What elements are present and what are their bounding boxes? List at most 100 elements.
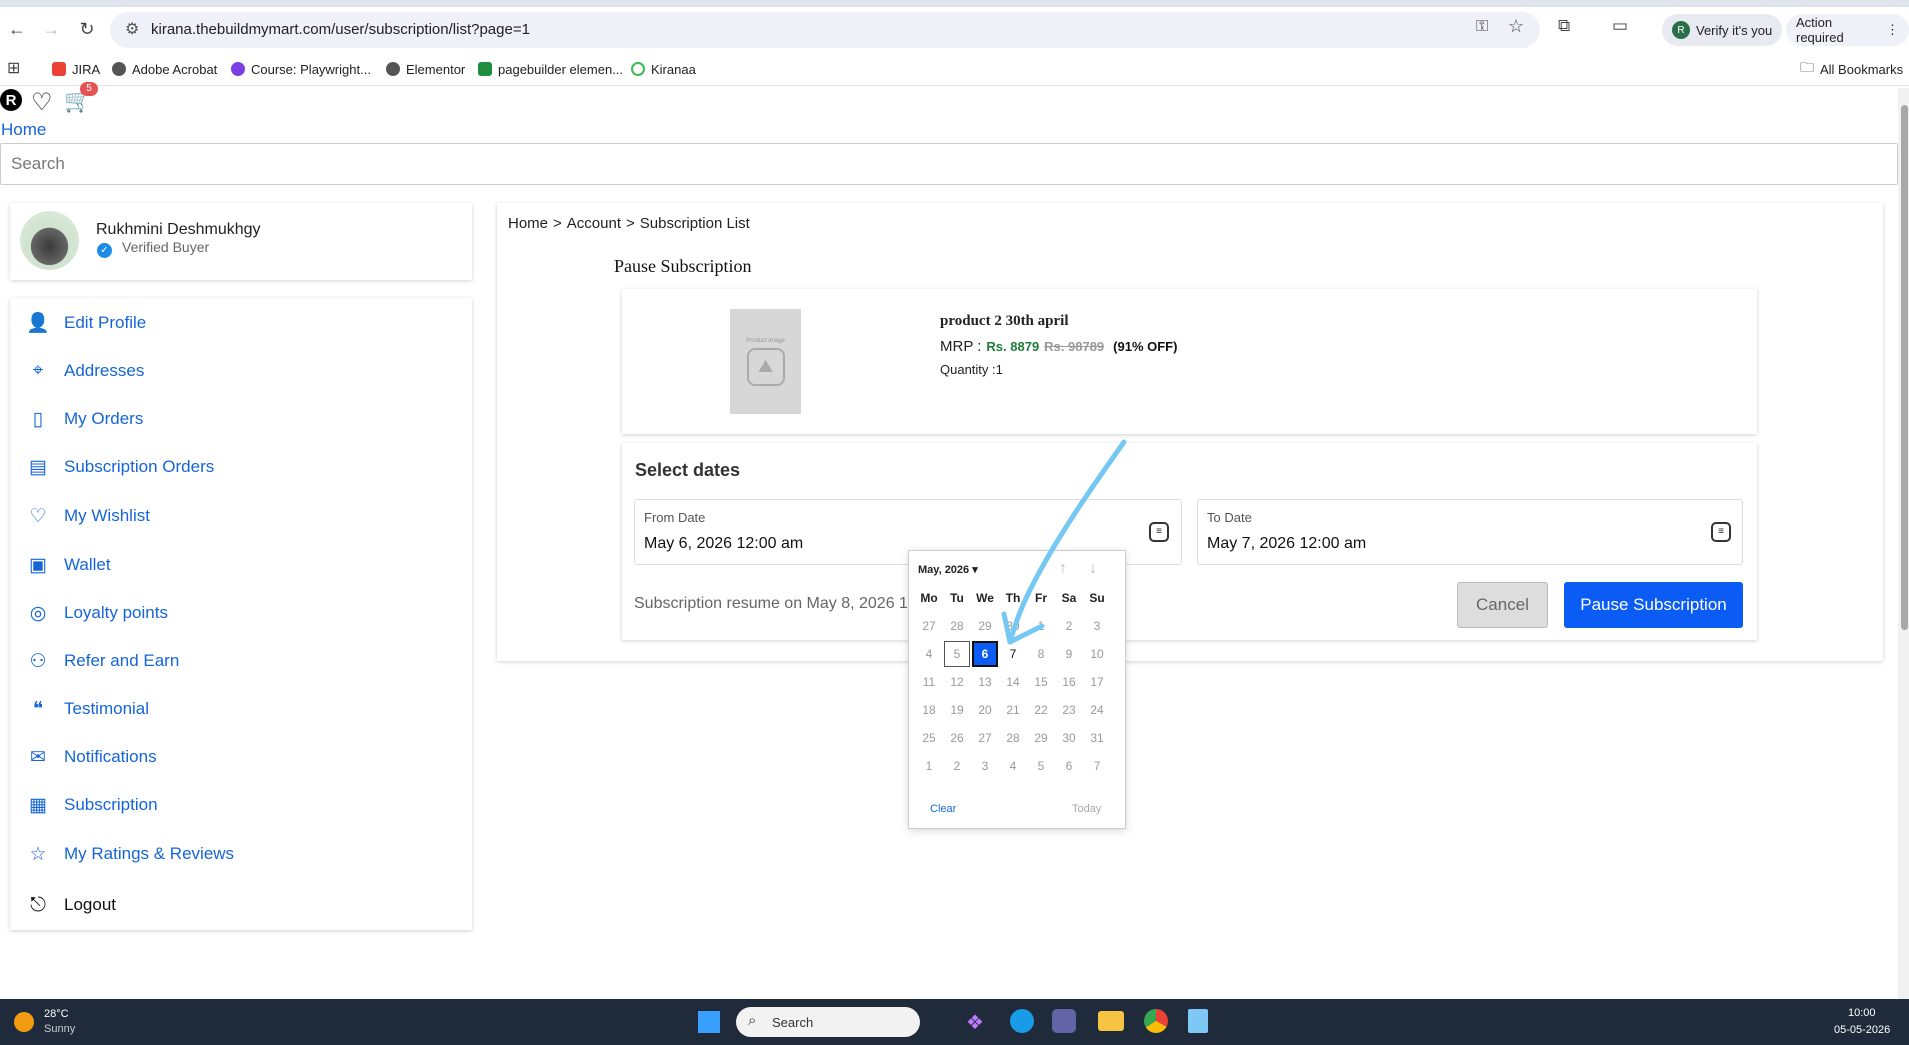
calendar-day[interactable]: 23 — [1056, 697, 1082, 723]
calendar-day[interactable]: 30 — [1056, 725, 1082, 751]
calendar-day[interactable]: 20 — [972, 697, 998, 723]
clear-button[interactable]: Clear — [930, 803, 956, 815]
profile-avatar — [20, 211, 79, 270]
sidebar-item-subscription-orders[interactable]: ▤ Subscription Orders — [26, 447, 214, 487]
location-icon: ⌖ — [32, 360, 44, 381]
site-info-icon[interactable]: ⚙ — [125, 19, 139, 39]
edge-icon[interactable] — [1010, 1009, 1034, 1033]
calendar-day[interactable]: 17 — [1084, 669, 1110, 695]
sidebar-item-label: Loyalty points — [64, 603, 168, 622]
globe-icon — [112, 62, 126, 76]
sidebar-item-testimonial[interactable]: ❝ Testimonial — [26, 689, 149, 729]
calendar-day[interactable]: 3 — [972, 753, 998, 779]
search-input[interactable]: Search — [0, 143, 1898, 185]
calendar-day[interactable]: 13 — [972, 669, 998, 695]
action-required-chip[interactable]: Action required ⋮ — [1786, 14, 1909, 46]
calendar-day[interactable]: 31 — [1084, 725, 1110, 751]
sidebar-item-wallet[interactable]: ▣ Wallet — [26, 545, 111, 585]
back-icon[interactable]: ← — [2, 14, 32, 44]
calendar-day[interactable]: 19 — [944, 697, 970, 723]
windows-start-icon[interactable] — [698, 1011, 720, 1033]
from-date-value: May 6, 2026 12:00 am — [644, 535, 804, 552]
sidebar-item-refer-and-earn[interactable]: ⚇ Refer and Earn — [26, 641, 179, 681]
calendar-day[interactable]: 24 — [1084, 697, 1110, 723]
chrome-icon[interactable] — [1144, 1009, 1168, 1033]
sidebar-item-notifications[interactable]: ✉ Notifications — [26, 737, 157, 777]
reload-icon[interactable]: ↻ — [72, 14, 102, 44]
calendar-day[interactable]: 27 — [972, 725, 998, 751]
calendar-day[interactable]: 28 — [1000, 725, 1026, 751]
file-explorer-icon[interactable] — [1098, 1011, 1124, 1031]
scrollbar-thumb[interactable] — [1901, 105, 1908, 630]
sidebar-item-my-orders[interactable]: ▯ My Orders — [26, 399, 144, 439]
calendar-day[interactable]: 11 — [916, 669, 942, 695]
more-menu-icon[interactable]: ⋮ — [1886, 22, 1899, 38]
bookmark-adobe[interactable]: Adobe Acrobat — [112, 57, 217, 81]
bookmark-jira[interactable]: JIRA — [52, 57, 100, 81]
orders-icon: ▯ — [32, 408, 44, 430]
logout-icon: ⎋ — [30, 893, 46, 916]
cancel-button[interactable]: Cancel — [1457, 582, 1548, 628]
breadcrumb-account[interactable]: Account — [567, 215, 621, 232]
calendar-day[interactable]: 27 — [916, 613, 942, 639]
calendar-day[interactable]: 26 — [944, 725, 970, 751]
sidebar-item-label: Subscription — [64, 795, 158, 814]
key-icon[interactable]: ⚿ — [1476, 18, 1488, 36]
all-bookmarks-label: All Bookmarks — [1820, 61, 1904, 77]
calendar-day[interactable]: 29 — [1028, 725, 1054, 751]
avatar[interactable]: R — [0, 89, 22, 111]
calendar-icon[interactable]: ≡ — [1149, 522, 1169, 542]
calendar-day[interactable]: 4 — [1000, 753, 1026, 779]
bookmark-label: Adobe Acrobat — [132, 61, 218, 77]
calendar-day[interactable]: 15 — [1028, 669, 1054, 695]
bookmark-pagebuilder[interactable]: pagebuilder elemen... — [478, 57, 623, 81]
sidebar-item-subscription[interactable]: ▦ Subscription — [26, 785, 158, 825]
sidebar-item-addresses[interactable]: ⌖ Addresses — [26, 351, 145, 391]
logout-button[interactable]: ⎋ Logout — [26, 885, 116, 925]
bookmark-elementor[interactable]: Elementor — [386, 57, 465, 81]
cast-icon[interactable]: ▭ — [1612, 16, 1628, 36]
select-dates-card: Select dates From Date May 6, 2026 12:00… — [622, 443, 1757, 640]
calendar-icon[interactable]: ≡ — [1711, 522, 1731, 542]
pause-subscription-button[interactable]: Pause Subscription — [1564, 582, 1743, 628]
sheets-icon — [478, 62, 492, 76]
bookmark-playwright[interactable]: Course: Playwright... — [231, 57, 371, 81]
calendar-day[interactable]: 16 — [1056, 669, 1082, 695]
image-placeholder-icon: ⛰ — [746, 347, 785, 386]
taskbar-search-label: Search — [772, 1014, 814, 1030]
sidebar-item-edit-profile[interactable]: 👤 Edit Profile — [26, 303, 146, 343]
calendar-day[interactable]: 2 — [944, 753, 970, 779]
sidebar-item-my-ratings-reviews[interactable]: ☆ My Ratings & Reviews — [26, 834, 234, 874]
calendar-day[interactable]: 18 — [916, 697, 942, 723]
calendar-day[interactable]: 22 — [1028, 697, 1054, 723]
wishlist-heart-icon[interactable]: ♡ — [31, 88, 53, 117]
calendar-day[interactable]: 7 — [1084, 753, 1110, 779]
bookmark-star-icon[interactable]: ☆ — [1508, 16, 1524, 37]
sidebar-item-loyalty-points[interactable]: ◎ Loyalty points — [26, 593, 168, 633]
calendar-day[interactable]: 4 — [916, 641, 942, 667]
verify-chip[interactable]: R Verify it's you — [1662, 14, 1783, 46]
calendar-day[interactable]: 1 — [916, 753, 942, 779]
notepad-icon[interactable] — [1188, 1009, 1208, 1033]
home-link[interactable]: Home — [1, 120, 46, 140]
calendar-day[interactable]: 25 — [916, 725, 942, 751]
sidebar-item-my-wishlist[interactable]: ♡ My Wishlist — [26, 496, 149, 536]
extensions-icon[interactable]: ⧉ — [1558, 16, 1570, 36]
calendar-day[interactable]: 12 — [944, 669, 970, 695]
all-bookmarks[interactable]: 🗀 All Bookmarks — [1800, 57, 1903, 81]
forward-icon[interactable]: → — [36, 14, 66, 44]
taskbar-search[interactable]: ⌕ Search — [736, 1007, 920, 1037]
breadcrumb-home[interactable]: Home — [508, 215, 548, 232]
bookmark-kiranaa[interactable]: Kiranaa — [631, 57, 696, 81]
teams-icon[interactable] — [1052, 1009, 1076, 1033]
calendar-day[interactable]: 6 — [1056, 753, 1082, 779]
calendar-day[interactable]: 14 — [1000, 669, 1026, 695]
profile-status: Verified Buyer — [122, 239, 210, 255]
to-date-field[interactable]: To Date May 7, 2026 12:00 am ≡ — [1197, 499, 1743, 565]
check-circle-icon — [631, 62, 645, 76]
calendar-day[interactable]: 5 — [1028, 753, 1054, 779]
copilot-icon[interactable]: ❖ — [966, 1010, 984, 1035]
calendar-day[interactable]: 21 — [1000, 697, 1026, 723]
today-button[interactable]: Today — [1072, 803, 1101, 815]
apps-grid-icon[interactable]: ⊞ — [7, 58, 20, 78]
